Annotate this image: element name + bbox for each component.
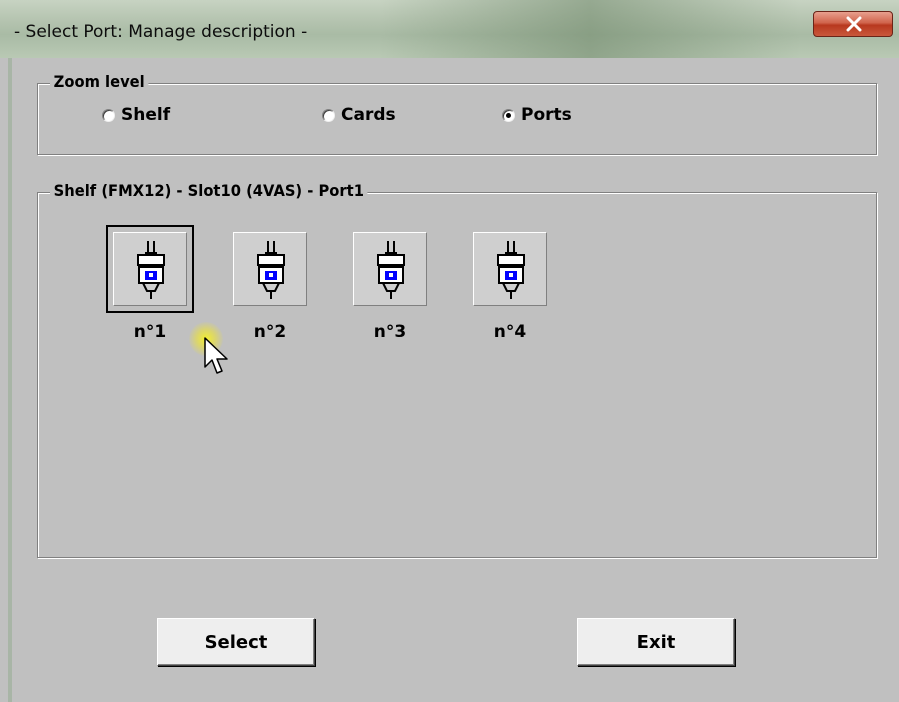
radio-selected-dot: [506, 112, 511, 118]
mouse-pointer-icon: [204, 337, 228, 374]
port-label-1: n°1: [133, 322, 167, 342]
port-location-label: Shelf (FMX12) - Slot10 (4VAS) - Port1: [50, 181, 368, 200]
title-bar-glare: [380, 0, 800, 58]
port-tile-2[interactable]: [233, 232, 307, 306]
window-title: - Select Port: Manage description -: [14, 22, 308, 42]
dialog-window: - Select Port: Manage description - Zoom…: [0, 0, 899, 702]
radio-shelf[interactable]: Shelf: [102, 105, 170, 125]
radio-cards-label: Cards: [341, 105, 396, 125]
port-label-2: n°2: [253, 322, 287, 342]
dialog-client-area: Zoom level Shelf Cards Ports Shelf (FMX1…: [12, 58, 899, 702]
port-connector-icon: [257, 241, 285, 299]
close-button[interactable]: [813, 11, 893, 37]
radio-ports-label: Ports: [521, 105, 572, 125]
title-bar[interactable]: - Select Port: Manage description -: [0, 0, 899, 58]
radio-cards[interactable]: Cards: [322, 105, 396, 125]
radio-cards-indicator: [322, 108, 335, 122]
port-tile-1[interactable]: [106, 225, 194, 313]
port-label-4: n°4: [493, 322, 527, 342]
select-button[interactable]: Select: [157, 618, 315, 666]
port-connector-icon: [497, 241, 525, 299]
port-tile-4[interactable]: [473, 232, 547, 306]
radio-ports-indicator: [502, 108, 515, 122]
exit-button[interactable]: Exit: [577, 618, 735, 666]
port-connector-icon: [137, 241, 165, 299]
radio-shelf-label: Shelf: [121, 105, 171, 125]
zoom-level-label: Zoom level: [50, 72, 149, 91]
port-connector-icon: [377, 241, 405, 299]
port-tile-3[interactable]: [353, 232, 427, 306]
radio-shelf-indicator: [102, 108, 115, 122]
port-label-3: n°3: [373, 322, 407, 342]
close-icon: [846, 16, 862, 32]
radio-ports[interactable]: Ports: [502, 105, 572, 125]
